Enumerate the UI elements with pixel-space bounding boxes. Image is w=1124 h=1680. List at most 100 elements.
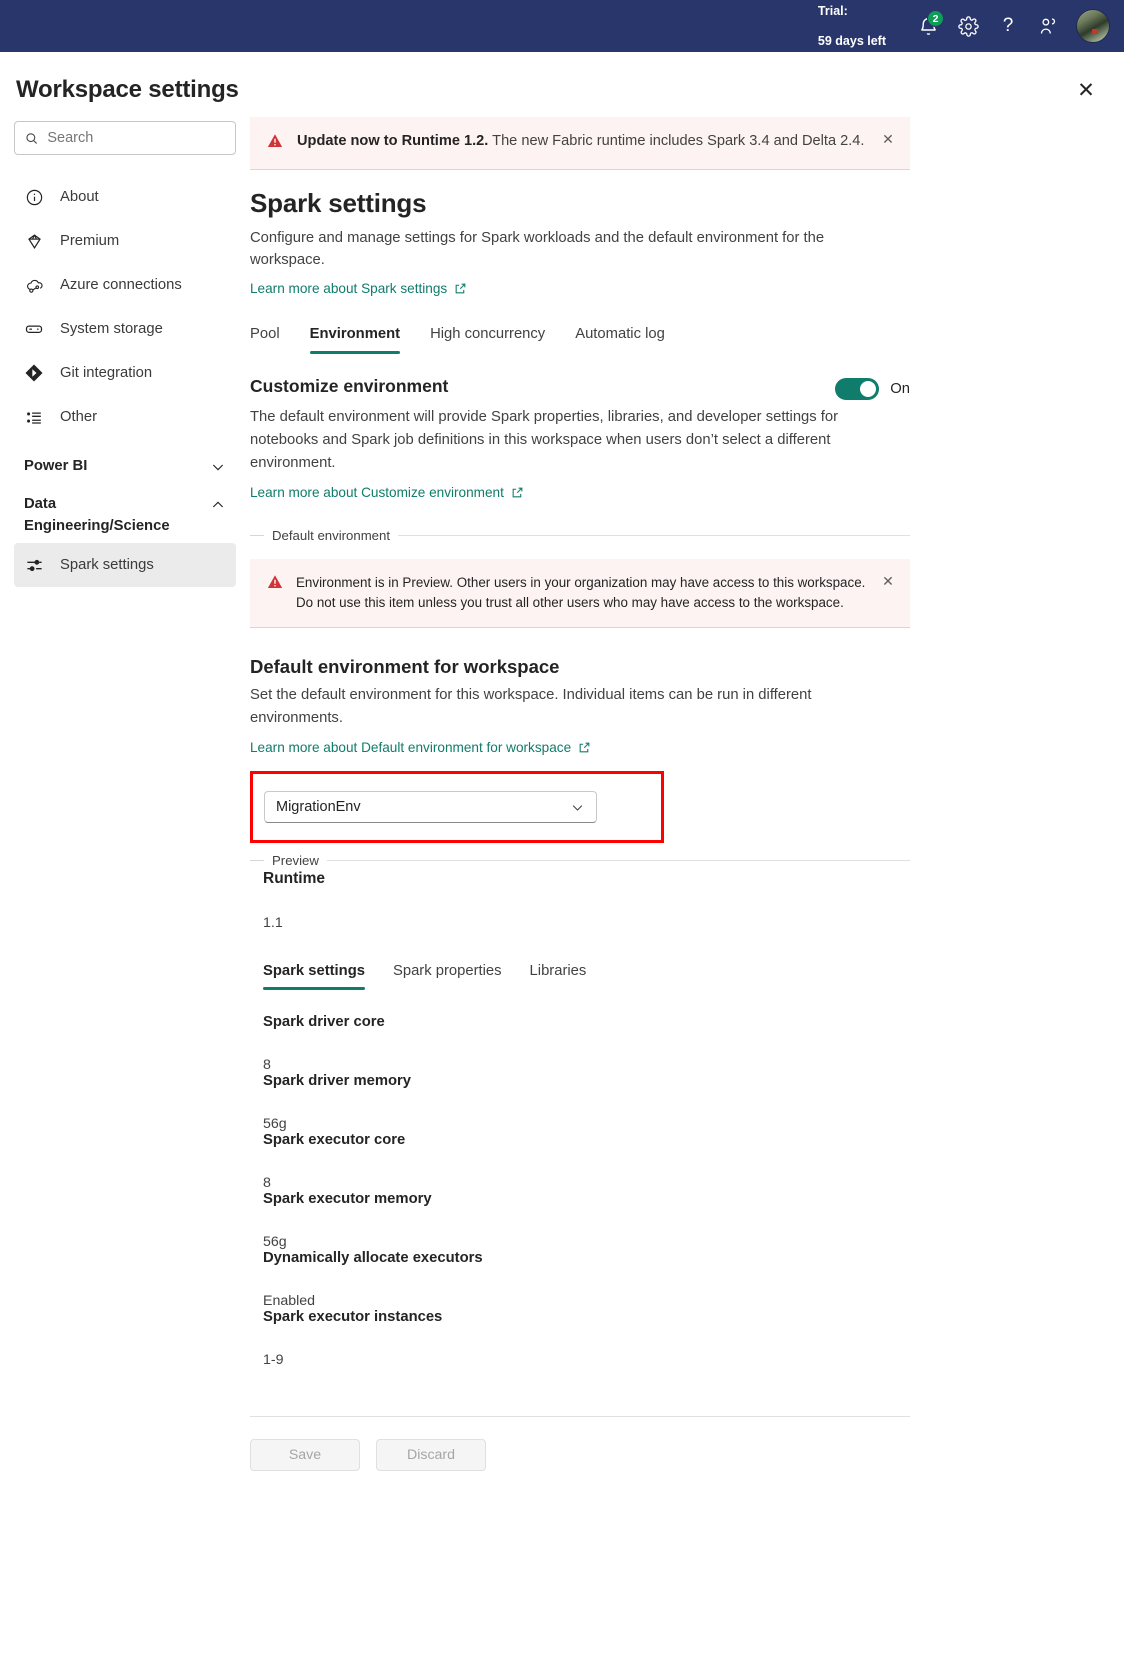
link-label: Learn more about Spark settings: [250, 281, 448, 296]
sidebar-item-label: System storage: [60, 321, 163, 337]
link-label: Learn more about Customize environment: [250, 485, 504, 500]
gear-icon: [957, 15, 979, 37]
preview-fieldset-legend: Preview: [250, 853, 910, 868]
spark-settings-title: Spark settings: [250, 188, 427, 218]
close-panel-button[interactable]: ✕: [1070, 74, 1102, 106]
link-label: Learn more about Default environment for…: [250, 740, 572, 755]
sidebar-group-power-bi[interactable]: Power BI: [14, 455, 236, 477]
chevron-up-icon: [210, 497, 226, 513]
question-mark-icon: ?: [1002, 15, 1014, 36]
sidebar-item-about[interactable]: About: [14, 175, 236, 219]
default-environment-description: Set the default environment for this wor…: [250, 687, 812, 726]
toggle-knob: [860, 381, 877, 397]
dismiss-preview-warning-button[interactable]: ✕: [880, 573, 896, 589]
sidebar-item-label: Azure connections: [60, 277, 182, 293]
learn-more-spark-settings-link[interactable]: Learn more about Spark settings: [250, 281, 467, 296]
cloud-link-icon: [24, 275, 44, 295]
runtime-update-rest: The new Fabric runtime includes Spark 3.…: [488, 133, 865, 149]
learn-more-default-environment-link[interactable]: Learn more about Default environment for…: [250, 740, 591, 755]
customize-environment-heading: Customize environment: [250, 376, 449, 396]
environment-preview-warning: Environment is in Preview. Other users i…: [250, 559, 910, 628]
sidebar-group-label: Data Engineering/Science: [24, 496, 170, 534]
feedback-icon: [1040, 17, 1055, 34]
default-environment-heading: Default environment for workspace: [250, 656, 560, 677]
customize-environment-row: Customize environment On: [250, 376, 910, 400]
legend-dash: [250, 535, 264, 536]
legend-rule: [398, 535, 910, 536]
sidebar-item-azure-connections[interactable]: Azure connections: [14, 263, 236, 307]
default-environment-highlight-box: MigrationEnv: [250, 771, 664, 843]
tab-pool[interactable]: Pool: [250, 326, 280, 354]
sidebar-item-label: Git integration: [60, 365, 153, 381]
learn-more-customize-environment-link[interactable]: Learn more about Customize environment: [250, 485, 524, 500]
search-icon: [26, 132, 38, 144]
page-header: Workspace settings ✕: [0, 52, 1124, 112]
discard-button[interactable]: Discard: [376, 1439, 486, 1471]
inner-tab-spark-properties[interactable]: Spark properties: [393, 963, 502, 990]
sidebar-item-system-storage[interactable]: System storage: [14, 307, 236, 351]
top-app-bar: Trial: 59 days left 2 ?: [0, 0, 1124, 52]
settings-sidebar: About Premium Azure connections: [0, 112, 250, 1471]
sidebar-item-premium[interactable]: Premium: [14, 219, 236, 263]
sidebar-nav-list: About Premium Azure connections System s…: [14, 175, 236, 439]
runtime-label: Runtime: [263, 870, 325, 887]
search-box[interactable]: [14, 121, 236, 155]
external-link-icon: [511, 486, 524, 499]
warning-triangle-icon: [267, 134, 283, 147]
sidebar-item-label: About: [60, 189, 99, 205]
customize-environment-toggle[interactable]: [835, 378, 880, 400]
settings-button[interactable]: [948, 6, 988, 46]
dismiss-runtime-notice-button[interactable]: ✕: [880, 131, 896, 147]
help-button[interactable]: ?: [988, 6, 1028, 46]
sidebar-group-data-engineering[interactable]: Data Engineering/Science: [14, 493, 236, 537]
property-value: 8: [263, 1175, 271, 1191]
chevron-down-icon: [210, 459, 226, 475]
sidebar-item-label: Premium: [60, 233, 120, 249]
environment-preview-warning-text: Environment is in Preview. Other users i…: [296, 575, 866, 610]
search-input[interactable]: [47, 130, 225, 146]
spark-settings-tabs: Pool Environment High concurrency Automa…: [250, 326, 910, 354]
property-value: 56g: [263, 1116, 287, 1132]
property-value: 1-9: [263, 1352, 284, 1368]
user-avatar[interactable]: [1076, 9, 1110, 43]
notification-badge: 2: [927, 10, 944, 27]
property-label: Spark executor memory: [263, 1191, 432, 1207]
inner-tab-libraries[interactable]: Libraries: [530, 963, 587, 990]
sidebar-item-spark-settings[interactable]: Spark settings: [14, 543, 236, 587]
sidebar-group-body: Spark settings: [14, 543, 236, 587]
sliders-icon: [24, 555, 44, 575]
runtime-update-notice: Update now to Runtime 1.2. The new Fabri…: [250, 117, 910, 170]
property-value: Enabled: [263, 1293, 316, 1309]
legend-label: Default environment: [272, 528, 391, 543]
sidebar-item-label: Spark settings: [60, 557, 154, 573]
property-label: Spark driver core: [263, 1014, 385, 1030]
list-icon: [24, 407, 44, 427]
page-title: Workspace settings: [16, 76, 239, 103]
sidebar-item-git-integration[interactable]: Git integration: [14, 351, 236, 395]
notifications-button[interactable]: 2: [908, 6, 948, 46]
warning-icon: [266, 132, 284, 155]
feedback-button[interactable]: [1028, 6, 1068, 46]
runtime-value: 1.1: [263, 915, 283, 931]
legend-rule: [326, 860, 910, 861]
customize-environment-description: The default environment will provide Spa…: [250, 409, 839, 471]
save-button[interactable]: Save: [250, 1439, 360, 1471]
tab-high-concurrency[interactable]: High concurrency: [430, 326, 545, 354]
footer-divider: [250, 1416, 910, 1417]
spark-properties-list: Spark driver core 8 Spark driver memory …: [250, 1014, 910, 1368]
environment-detail-tabs: Spark settings Spark properties Librarie…: [250, 963, 910, 990]
sidebar-item-label: Other: [60, 409, 98, 425]
git-icon: [24, 363, 44, 383]
trial-status: Trial: 59 days left: [818, 0, 886, 64]
inner-tab-spark-settings[interactable]: Spark settings: [263, 963, 365, 990]
tab-environment[interactable]: Environment: [309, 326, 401, 354]
property-value: 8: [263, 1057, 271, 1073]
default-environment-select[interactable]: MigrationEnv: [264, 791, 597, 823]
property-label: Dynamically allocate executors: [263, 1250, 483, 1266]
tab-automatic-log[interactable]: Automatic log: [575, 326, 665, 354]
main-content: Update now to Runtime 1.2. The new Fabri…: [250, 112, 1124, 1471]
property-label: Spark executor core: [263, 1132, 406, 1148]
sidebar-item-other[interactable]: Other: [14, 395, 236, 439]
property-value: 56g: [263, 1234, 287, 1250]
trial-label: Trial:: [817, 3, 848, 18]
